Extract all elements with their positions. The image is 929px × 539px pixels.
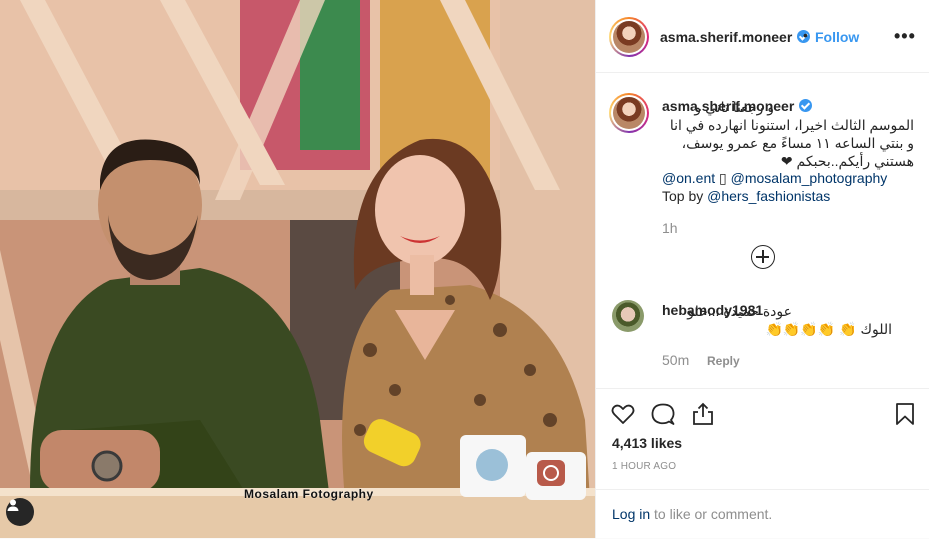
comment-item: عودة حميدة ...حلو اللوك 👏 👏👏👏👏 hebamody1… <box>596 290 929 386</box>
post-actions: 4,413 likes 1 HOUR AGO Log in to like or… <box>596 388 929 538</box>
user-silhouette-icon <box>7 499 19 511</box>
author-username-text[interactable]: asma.sherif.moneer <box>660 29 792 45</box>
caption-username[interactable]: asma.sherif.moneer <box>662 98 813 114</box>
caption-username-text[interactable]: asma.sherif.moneer <box>662 98 794 114</box>
heart-icon[interactable] <box>610 401 636 427</box>
login-suffix: to like or comment. <box>650 506 773 522</box>
verified-badge-icon <box>799 99 813 112</box>
mention-mosalam[interactable]: @mosalam_photography <box>731 170 888 186</box>
mention-separator: ▯ <box>719 170 727 186</box>
mention-hers[interactable]: @hers_fashionistas <box>707 188 830 204</box>
post-timestamp: 1 HOUR AGO <box>612 461 677 472</box>
author-username[interactable]: asma.sherif.moneer <box>660 29 811 45</box>
share-upload-icon[interactable] <box>690 401 716 427</box>
login-prompt: Log in to like or comment. <box>596 489 929 539</box>
login-link[interactable]: Log in <box>612 506 650 522</box>
photo-watermark: Mosalam Fotography <box>244 487 374 501</box>
commenter-avatar[interactable] <box>612 300 644 332</box>
post-caption: و رجعنا تاني و الموسم الثالث اخيرا، استن… <box>596 73 929 283</box>
photo-illustration <box>0 0 595 538</box>
tagged-users-button[interactable] <box>6 498 34 526</box>
post-side-panel: asma.sherif.moneer • Follow ••• و رجعنا … <box>595 0 929 538</box>
caption-time: 1h <box>662 220 678 236</box>
instagram-post: Mosalam Fotography asma.sherif.moneer • … <box>0 0 929 538</box>
post-photo[interactable]: Mosalam Fotography <box>0 0 595 538</box>
author-avatar[interactable] <box>609 17 649 57</box>
likes-count[interactable]: 4,413 likes <box>612 435 682 451</box>
top-by-label: Top by <box>662 188 704 204</box>
mention-on-ent[interactable]: @on.ent <box>662 170 715 186</box>
reply-button[interactable]: Reply <box>707 354 740 368</box>
post-header: asma.sherif.moneer • Follow ••• <box>596 0 929 73</box>
bookmark-icon[interactable] <box>892 401 918 427</box>
plus-circle-icon[interactable] <box>751 245 775 269</box>
comment-bubble-icon[interactable] <box>650 401 676 427</box>
comment-time: 50m <box>662 352 690 368</box>
caption-avatar[interactable] <box>609 93 649 133</box>
follow-button[interactable]: Follow <box>815 29 859 45</box>
more-options-icon[interactable]: ••• <box>894 26 916 47</box>
commenter-username[interactable]: hebamody1981 <box>662 302 763 318</box>
caption-mentions: @on.ent ▯ @mosalam_photography Top by @h… <box>662 169 887 205</box>
header-separator: • <box>803 27 808 43</box>
